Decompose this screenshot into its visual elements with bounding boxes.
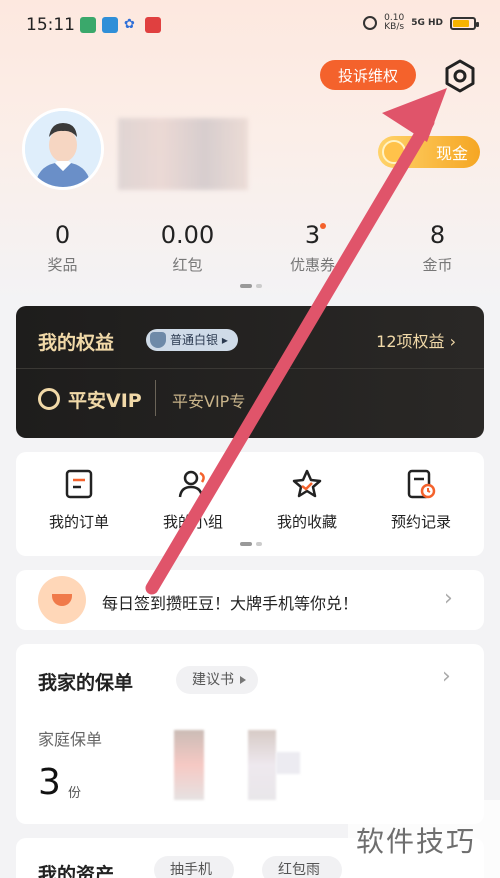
- rights-count-label: 12项权益: [376, 332, 445, 351]
- asset-tag[interactable]: 红包雨: [262, 856, 342, 878]
- quick-action-orders[interactable]: 我的订单: [24, 468, 134, 532]
- stat-label: 金币: [422, 256, 453, 274]
- complaint-button[interactable]: 投诉维权: [320, 60, 416, 90]
- page-dot: [256, 542, 262, 546]
- stat-value: 0.00: [160, 221, 215, 249]
- vip-subtitle: 平安VIP专: [172, 392, 246, 411]
- group-icon: [178, 468, 208, 500]
- page-dot: [256, 284, 262, 288]
- rights-count[interactable]: 12项权益 ›: [376, 328, 456, 352]
- stat-label: 奖品: [47, 256, 78, 274]
- policy-members-redacted: [276, 752, 300, 774]
- divider: [16, 368, 484, 369]
- vip-logo: 平安VIP: [68, 390, 142, 412]
- banner-text: 每日签到攒旺豆！大牌手机等你兑！: [102, 594, 359, 613]
- stat-value: 0: [54, 221, 71, 249]
- quick-action-favorites[interactable]: 我的收藏: [252, 468, 362, 532]
- quick-action-label: 我的订单: [48, 513, 109, 531]
- proposal-tag[interactable]: 建议书: [176, 666, 258, 694]
- rights-title: 我的权益: [38, 332, 115, 354]
- star-icon: [292, 468, 322, 500]
- app-notification-icon: [102, 17, 118, 33]
- battery-icon: [450, 16, 479, 30]
- alarm-icon: [363, 16, 378, 30]
- app-notification-icon: [80, 17, 96, 33]
- rights-card[interactable]: 我的权益 普通白银 ▸ 12项权益 › 平安VIP 平安VIP专: [16, 306, 484, 438]
- watermark: 软件技巧: [348, 800, 500, 878]
- status-bar: 15:11 ✿ 0.10 KB/s 5G HD: [0, 0, 500, 50]
- user-avatar-icon: [25, 111, 101, 187]
- net-speed-unit: KB/s: [384, 22, 405, 32]
- policy-title: 我家的保单: [38, 672, 134, 694]
- checkin-banner[interactable]: 每日签到攒旺豆！大牌手机等你兑！ ›: [16, 570, 484, 630]
- stat-prizes[interactable]: 0 奖品: [0, 220, 125, 275]
- stats-page-indicator: [240, 284, 262, 288]
- stat-label: 优惠券: [289, 256, 335, 274]
- app-notification-icon: [145, 17, 161, 33]
- policy-members-redacted: [248, 730, 276, 800]
- net-speed: 0.10 KB/s: [384, 14, 404, 32]
- vip-logo-icon: [38, 388, 60, 410]
- stat-coins[interactable]: 8 金币: [375, 220, 500, 275]
- family-policy-unit: 份: [68, 786, 82, 801]
- username-redacted: [118, 118, 248, 190]
- notification-dot: [320, 223, 327, 229]
- gear-icon: [445, 59, 475, 93]
- status-indicators: 0.10 KB/s 5G HD: [363, 14, 479, 32]
- coin-icon: [382, 140, 406, 164]
- page-dot-active: [240, 284, 252, 288]
- policy-members-redacted: [174, 730, 204, 800]
- quick-actions-page-indicator: [240, 542, 262, 546]
- shield-icon: [150, 332, 166, 348]
- asset-tag[interactable]: 抽手机: [154, 856, 234, 878]
- mascot-icon: [38, 576, 86, 624]
- stat-red-packets[interactable]: 0.00 红包: [125, 220, 250, 275]
- stat-value: 8: [429, 221, 446, 249]
- order-icon: [64, 468, 94, 500]
- cash-button[interactable]: 现金: [378, 136, 480, 168]
- paw-notification-icon: ✿: [124, 17, 135, 32]
- divider: [155, 380, 156, 416]
- stats-row: 0 奖品 0.00 红包 3 优惠券 8 金币: [0, 220, 500, 275]
- stat-value: 3: [304, 220, 327, 250]
- quick-action-appointments[interactable]: 预约记录: [366, 468, 476, 532]
- stat-label: 红包: [172, 256, 203, 274]
- watermark-text: 软件技巧: [356, 825, 477, 858]
- page-dot-active: [240, 542, 252, 546]
- member-level-label: 普通白银: [170, 333, 219, 347]
- quick-action-label: 我的小组: [162, 513, 223, 531]
- stat-value-text: 3: [304, 221, 321, 249]
- chevron-right-icon: ›: [442, 664, 451, 689]
- quick-action-groups[interactable]: 我的小组: [138, 468, 248, 532]
- quick-action-label: 预约记录: [390, 513, 451, 531]
- status-time: 15:11: [26, 15, 75, 35]
- family-policy-label: 家庭保单: [38, 730, 103, 749]
- member-level-badge[interactable]: 普通白银 ▸: [146, 329, 238, 351]
- assets-title: 我的资产: [38, 864, 115, 878]
- quick-actions-card: 我的订单 我的小组 我的收藏 预约记录: [16, 452, 484, 556]
- appointment-icon: [406, 468, 436, 500]
- signal-icon: 5G HD: [411, 17, 443, 28]
- quick-action-label: 我的收藏: [276, 513, 337, 531]
- cash-label: 现金: [435, 144, 468, 163]
- stat-coupons[interactable]: 3 优惠券: [250, 220, 375, 275]
- family-policy-count: 3: [38, 762, 61, 803]
- avatar[interactable]: [22, 108, 104, 190]
- chevron-right-icon: ›: [444, 586, 453, 611]
- settings-button[interactable]: [442, 58, 478, 94]
- family-policy-card[interactable]: 我家的保单 建议书 › 家庭保单 3 份: [16, 644, 484, 824]
